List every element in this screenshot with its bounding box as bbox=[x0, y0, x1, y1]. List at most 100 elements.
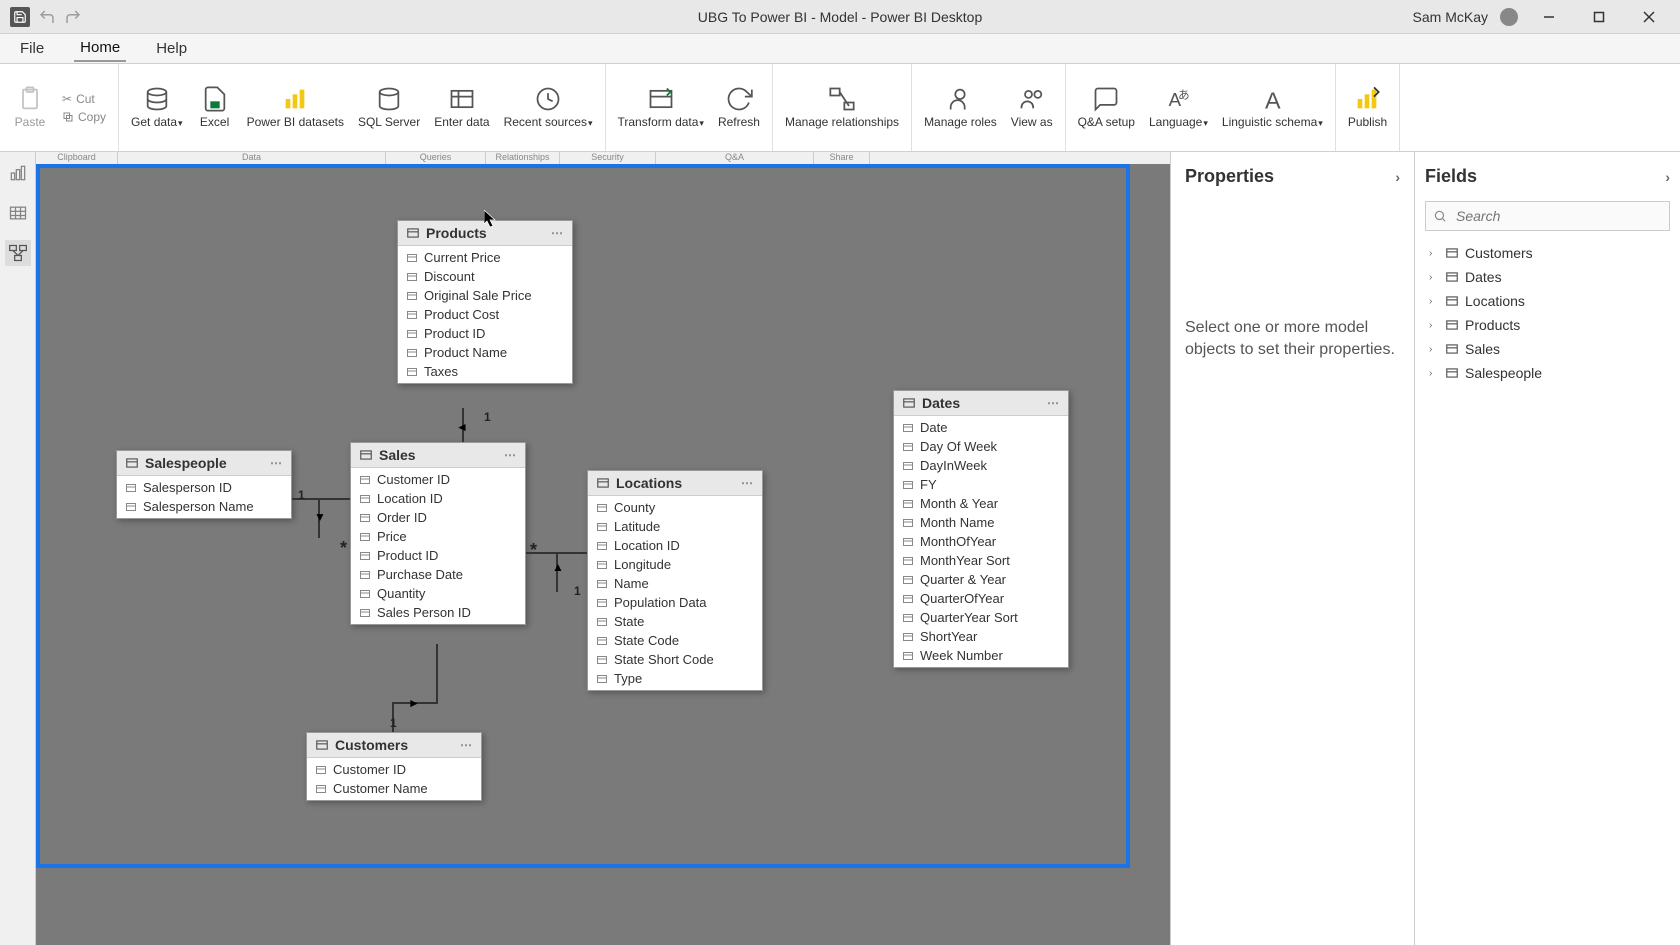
paste-button[interactable]: Paste bbox=[6, 81, 54, 133]
manage-relationships-button[interactable]: Manage relationships bbox=[779, 81, 905, 133]
table-locations[interactable]: Locations ⋯ CountyLatitudeLocation IDLon… bbox=[587, 470, 763, 691]
table-field[interactable]: QuarterOfYear bbox=[894, 589, 1068, 608]
table-field[interactable]: Taxes bbox=[398, 362, 572, 381]
table-field[interactable]: Sales Person ID bbox=[351, 603, 525, 622]
table-field[interactable]: Purchase Date bbox=[351, 565, 525, 584]
table-field[interactable]: Product Name bbox=[398, 343, 572, 362]
table-field[interactable]: QuarterYear Sort bbox=[894, 608, 1068, 627]
undo-icon[interactable] bbox=[38, 8, 56, 26]
menu-file[interactable]: File bbox=[14, 36, 50, 61]
table-field[interactable]: Location ID bbox=[588, 536, 762, 555]
table-customers[interactable]: Customers ⋯ Customer IDCustomer Name bbox=[306, 732, 482, 801]
table-field[interactable]: Type bbox=[588, 669, 762, 688]
table-header-sales[interactable]: Sales ⋯ bbox=[351, 443, 525, 468]
more-options-icon[interactable]: ⋯ bbox=[551, 226, 564, 240]
table-field[interactable]: MonthYear Sort bbox=[894, 551, 1068, 570]
table-field[interactable]: Month Name bbox=[894, 513, 1068, 532]
qna-setup-button[interactable]: Q&A setup bbox=[1072, 81, 1141, 133]
table-field[interactable]: Longitude bbox=[588, 555, 762, 574]
relationship-line[interactable] bbox=[436, 644, 438, 704]
search-input[interactable] bbox=[1425, 201, 1670, 231]
manage-roles-button[interactable]: Manage roles bbox=[918, 81, 1003, 133]
table-field[interactable]: State Code bbox=[588, 631, 762, 650]
table-header-products[interactable]: Products ⋯ bbox=[398, 221, 572, 246]
collapse-fields-icon[interactable]: › bbox=[1665, 169, 1670, 185]
sql-server-button[interactable]: SQL Server bbox=[352, 81, 426, 133]
table-field[interactable]: Location ID bbox=[351, 489, 525, 508]
more-options-icon[interactable]: ⋯ bbox=[741, 476, 754, 490]
table-header-customers[interactable]: Customers ⋯ bbox=[307, 733, 481, 758]
enter-data-button[interactable]: Enter data bbox=[428, 81, 495, 133]
table-field[interactable]: Week Number bbox=[894, 646, 1068, 665]
more-options-icon[interactable]: ⋯ bbox=[270, 456, 283, 470]
recent-sources-button[interactable]: Recent sources▾ bbox=[498, 81, 599, 133]
table-field[interactable]: Population Data bbox=[588, 593, 762, 612]
table-field[interactable]: DayInWeek bbox=[894, 456, 1068, 475]
table-field[interactable]: FY bbox=[894, 475, 1068, 494]
fields-table-item[interactable]: ›Locations bbox=[1425, 291, 1670, 311]
maximize-button[interactable] bbox=[1580, 3, 1618, 31]
model-canvas[interactable]: Clipboard Data Queries Relationships Sec… bbox=[36, 152, 1170, 945]
table-header-salespeople[interactable]: Salespeople ⋯ bbox=[117, 451, 291, 476]
redo-icon[interactable] bbox=[64, 8, 82, 26]
language-button[interactable]: AあLanguage▾ bbox=[1143, 81, 1214, 133]
table-field[interactable]: Latitude bbox=[588, 517, 762, 536]
transform-data-button[interactable]: Transform data▾ bbox=[612, 81, 710, 133]
refresh-button[interactable]: Refresh bbox=[712, 81, 766, 133]
table-dates[interactable]: Dates ⋯ DateDay Of WeekDayInWeekFYMonth … bbox=[893, 390, 1069, 668]
table-field[interactable]: Product Cost bbox=[398, 305, 572, 324]
close-button[interactable] bbox=[1630, 3, 1668, 31]
table-field[interactable]: Customer ID bbox=[307, 760, 481, 779]
cut-button[interactable]: ✂Cut bbox=[62, 92, 106, 106]
table-field[interactable]: Quarter & Year bbox=[894, 570, 1068, 589]
publish-button[interactable]: Publish bbox=[1342, 81, 1393, 133]
table-sales[interactable]: Sales ⋯ Customer IDLocation IDOrder IDPr… bbox=[350, 442, 526, 625]
table-field[interactable]: County bbox=[588, 498, 762, 517]
more-options-icon[interactable]: ⋯ bbox=[504, 448, 517, 462]
pbi-datasets-button[interactable]: Power BI datasets bbox=[241, 81, 350, 133]
linguistic-schema-button[interactable]: ALinguistic schema▾ bbox=[1216, 81, 1329, 133]
more-options-icon[interactable]: ⋯ bbox=[460, 738, 473, 752]
table-field[interactable]: Price bbox=[351, 527, 525, 546]
table-field[interactable]: Product ID bbox=[351, 546, 525, 565]
minimize-button[interactable] bbox=[1530, 3, 1568, 31]
user-avatar-icon[interactable] bbox=[1500, 8, 1518, 26]
table-field[interactable]: Customer ID bbox=[351, 470, 525, 489]
get-data-button[interactable]: Get data▾ bbox=[125, 81, 189, 133]
table-header-dates[interactable]: Dates ⋯ bbox=[894, 391, 1068, 416]
data-view-button[interactable] bbox=[5, 200, 31, 226]
table-field[interactable]: Salesperson Name bbox=[117, 497, 291, 516]
table-field[interactable]: Date bbox=[894, 418, 1068, 437]
table-field[interactable]: Month & Year bbox=[894, 494, 1068, 513]
fields-table-item[interactable]: ›Products bbox=[1425, 315, 1670, 335]
fields-table-item[interactable]: ›Customers bbox=[1425, 243, 1670, 263]
table-field[interactable]: Name bbox=[588, 574, 762, 593]
copy-button[interactable]: Copy bbox=[62, 110, 106, 124]
menu-help[interactable]: Help bbox=[150, 36, 193, 61]
report-view-button[interactable] bbox=[5, 160, 31, 186]
table-products[interactable]: Products ⋯ Current PriceDiscountOriginal… bbox=[397, 220, 573, 384]
table-field[interactable]: Product ID bbox=[398, 324, 572, 343]
table-field[interactable]: State bbox=[588, 612, 762, 631]
table-field[interactable]: Quantity bbox=[351, 584, 525, 603]
table-field[interactable]: ShortYear bbox=[894, 627, 1068, 646]
fields-table-item[interactable]: ›Salespeople bbox=[1425, 363, 1670, 383]
table-header-locations[interactable]: Locations ⋯ bbox=[588, 471, 762, 496]
table-field[interactable]: Current Price bbox=[398, 248, 572, 267]
table-field[interactable]: Day Of Week bbox=[894, 437, 1068, 456]
excel-button[interactable]: Excel bbox=[191, 81, 239, 133]
collapse-properties-icon[interactable]: › bbox=[1395, 169, 1400, 185]
save-icon[interactable] bbox=[10, 7, 30, 27]
table-field[interactable]: Original Sale Price bbox=[398, 286, 572, 305]
table-field[interactable]: MonthOfYear bbox=[894, 532, 1068, 551]
table-field[interactable]: Discount bbox=[398, 267, 572, 286]
fields-table-item[interactable]: ›Dates bbox=[1425, 267, 1670, 287]
fields-table-item[interactable]: ›Sales bbox=[1425, 339, 1670, 359]
table-field[interactable]: Customer Name bbox=[307, 779, 481, 798]
table-field[interactable]: State Short Code bbox=[588, 650, 762, 669]
more-options-icon[interactable]: ⋯ bbox=[1047, 396, 1060, 410]
view-as-button[interactable]: View as bbox=[1005, 81, 1059, 133]
table-salespeople[interactable]: Salespeople ⋯ Salesperson IDSalesperson … bbox=[116, 450, 292, 519]
menu-home[interactable]: Home bbox=[74, 35, 126, 62]
table-field[interactable]: Order ID bbox=[351, 508, 525, 527]
